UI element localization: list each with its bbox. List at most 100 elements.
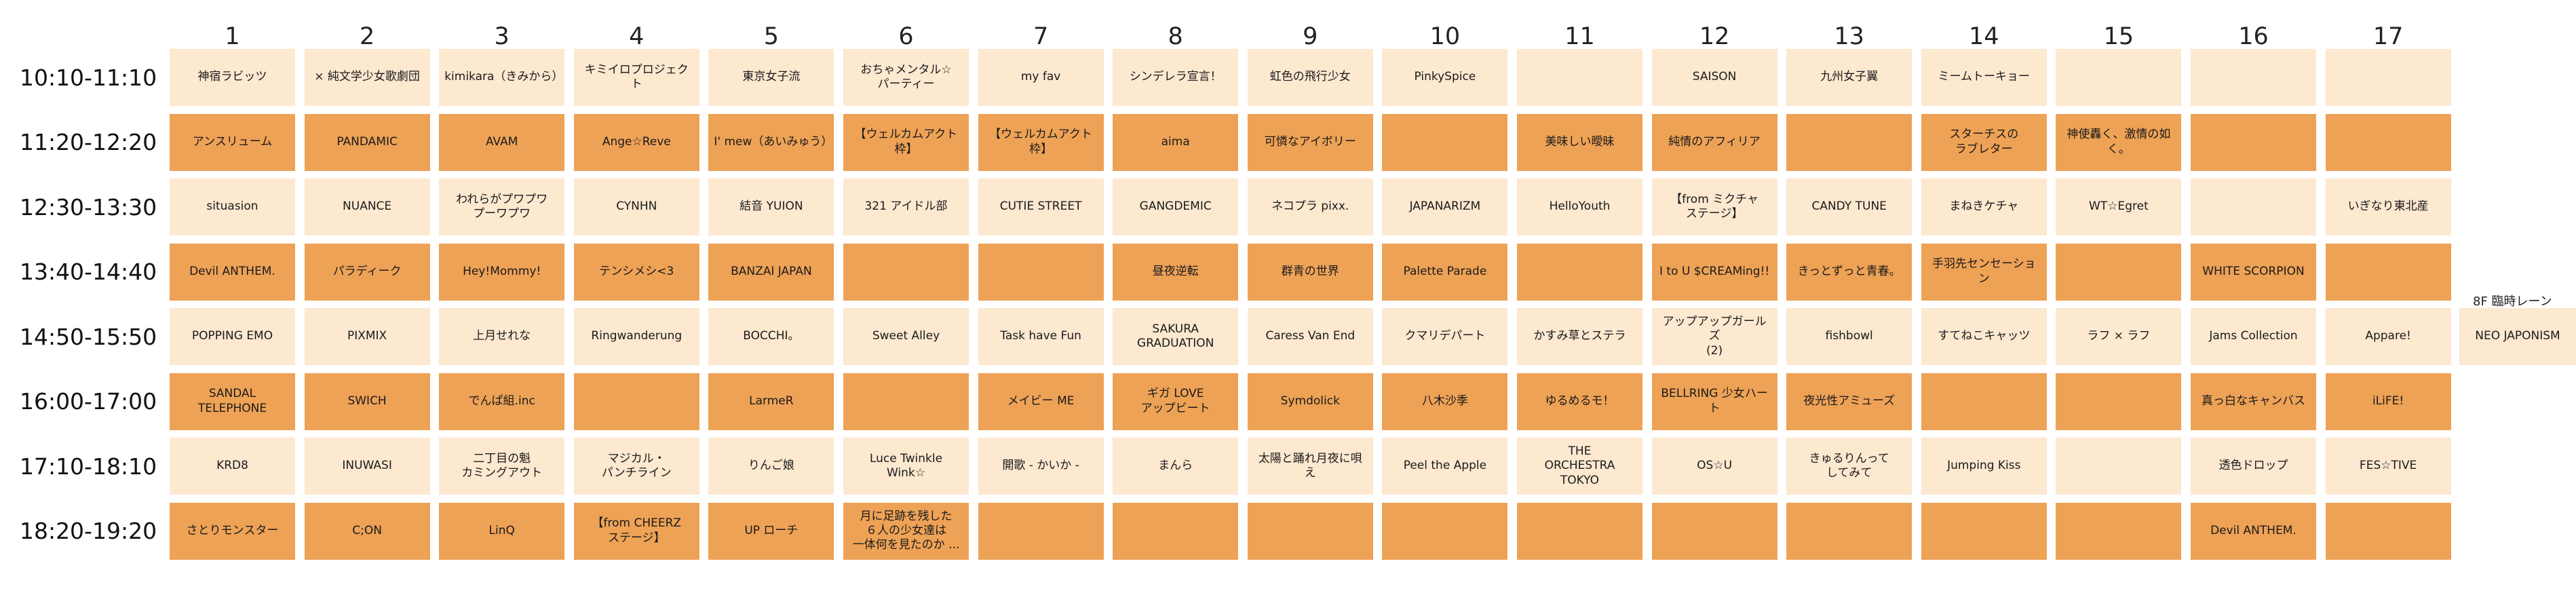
schedule-cell[interactable]: [2191, 113, 2316, 171]
schedule-cell[interactable]: 月に足跡を残した ６人の少女達は 一体何を見たのか ...: [843, 502, 969, 560]
schedule-cell[interactable]: 群青の世界: [1247, 243, 1373, 301]
schedule-cell[interactable]: Hey!Mommy!: [439, 243, 565, 301]
schedule-cell[interactable]: [2056, 243, 2182, 301]
schedule-cell[interactable]: ミームトーキョー: [1921, 49, 2047, 106]
extra-lane-cell[interactable]: NEO JAPONISM: [2459, 308, 2576, 365]
schedule-cell[interactable]: C;ON: [304, 502, 430, 560]
schedule-cell[interactable]: [1247, 502, 1373, 560]
schedule-cell[interactable]: [1921, 502, 2047, 560]
schedule-cell[interactable]: きっとずっと青春。: [1786, 243, 1912, 301]
schedule-cell[interactable]: Devil ANTHEM.: [170, 243, 295, 301]
schedule-cell[interactable]: my fav: [978, 49, 1104, 106]
schedule-cell[interactable]: クマリデパート: [1382, 308, 1508, 365]
schedule-cell[interactable]: 東京女子流: [708, 49, 834, 106]
schedule-cell[interactable]: LinQ: [439, 502, 565, 560]
schedule-cell[interactable]: Task have Fun: [978, 308, 1104, 365]
schedule-cell[interactable]: いぎなり東北産: [2325, 178, 2451, 235]
schedule-cell[interactable]: [2056, 373, 2182, 430]
schedule-cell[interactable]: 夜光性アミューズ: [1786, 373, 1912, 430]
schedule-cell[interactable]: [2325, 502, 2451, 560]
schedule-cell[interactable]: INUWASI: [304, 438, 430, 495]
schedule-cell[interactable]: Peel the Apple: [1382, 438, 1508, 495]
schedule-cell[interactable]: われらがプワプワ プーワプワ: [439, 178, 565, 235]
schedule-cell[interactable]: Appare!: [2325, 308, 2451, 365]
schedule-cell[interactable]: Luce Twinkle Wink☆: [843, 438, 969, 495]
schedule-cell[interactable]: Devil ANTHEM.: [2191, 502, 2316, 560]
schedule-cell[interactable]: Ringwanderung: [573, 308, 699, 365]
schedule-cell[interactable]: AVAM: [439, 113, 565, 171]
schedule-cell[interactable]: SWICH: [304, 373, 430, 430]
schedule-cell[interactable]: UP ローチ: [708, 502, 834, 560]
schedule-cell[interactable]: HelloYouth: [1517, 178, 1642, 235]
schedule-cell[interactable]: [2325, 49, 2451, 106]
schedule-cell[interactable]: 透色ドロップ: [2191, 438, 2316, 495]
schedule-cell[interactable]: CUTIE STREET: [978, 178, 1104, 235]
schedule-cell[interactable]: 上月せれな: [439, 308, 565, 365]
schedule-cell[interactable]: アンスリューム: [170, 113, 295, 171]
schedule-cell[interactable]: 九州女子翼: [1786, 49, 1912, 106]
schedule-cell[interactable]: PANDAMIC: [304, 113, 430, 171]
schedule-cell[interactable]: 美味しい曖昧: [1517, 113, 1642, 171]
schedule-cell[interactable]: Palette Parade: [1382, 243, 1508, 301]
schedule-cell[interactable]: 純情のアフィリア: [1651, 113, 1777, 171]
schedule-cell[interactable]: 321 アイドル部: [843, 178, 969, 235]
schedule-cell[interactable]: PinkySpice: [1382, 49, 1508, 106]
schedule-cell[interactable]: [2191, 49, 2316, 106]
schedule-cell[interactable]: 【ウェルカムアクト枠】: [978, 113, 1104, 171]
schedule-cell[interactable]: [1786, 113, 1912, 171]
schedule-cell[interactable]: GANGDEMIC: [1113, 178, 1239, 235]
schedule-cell[interactable]: × 純文学少女歌劇団: [304, 49, 430, 106]
schedule-cell[interactable]: マジカル・ パンチライン: [573, 438, 699, 495]
schedule-cell[interactable]: 二丁目の魁 カミングアウト: [439, 438, 565, 495]
schedule-cell[interactable]: [978, 502, 1104, 560]
schedule-cell[interactable]: [2056, 438, 2182, 495]
schedule-cell[interactable]: BANZAI JAPAN: [708, 243, 834, 301]
schedule-cell[interactable]: でんぱ組.inc: [439, 373, 565, 430]
schedule-cell[interactable]: [2056, 502, 2182, 560]
schedule-cell[interactable]: 八木沙季: [1382, 373, 1508, 430]
schedule-cell[interactable]: [573, 373, 699, 430]
schedule-cell[interactable]: かすみ草とステラ: [1517, 308, 1642, 365]
schedule-cell[interactable]: 虹色の飛行少女: [1247, 49, 1373, 106]
schedule-cell[interactable]: ラフ × ラフ: [2056, 308, 2182, 365]
schedule-cell[interactable]: [1517, 49, 1642, 106]
schedule-cell[interactable]: きゅるりんって してみて: [1786, 438, 1912, 495]
schedule-cell[interactable]: I to U $CREAMing!!: [1651, 243, 1777, 301]
schedule-cell[interactable]: アップアップガールズ (2): [1651, 308, 1777, 365]
schedule-cell[interactable]: JAPANARIZM: [1382, 178, 1508, 235]
schedule-cell[interactable]: 【from CHEERZ ステージ】: [573, 502, 699, 560]
schedule-cell[interactable]: りんご娘: [708, 438, 834, 495]
schedule-cell[interactable]: 太陽と踊れ月夜に唄え: [1247, 438, 1373, 495]
schedule-cell[interactable]: おちゃメンタル☆ パーティー: [843, 49, 969, 106]
schedule-cell[interactable]: Symdolick: [1247, 373, 1373, 430]
schedule-cell[interactable]: aima: [1113, 113, 1239, 171]
schedule-cell[interactable]: ネコプラ pixx.: [1247, 178, 1373, 235]
schedule-cell[interactable]: 真っ白なキャンバス: [2191, 373, 2316, 430]
schedule-cell[interactable]: 【from ミクチャ ステージ】: [1651, 178, 1777, 235]
schedule-cell[interactable]: 昼夜逆転: [1113, 243, 1239, 301]
schedule-cell[interactable]: FES☆TIVE: [2325, 438, 2451, 495]
schedule-cell[interactable]: situasion: [170, 178, 295, 235]
schedule-cell[interactable]: [2056, 49, 2182, 106]
schedule-cell[interactable]: fishbowl: [1786, 308, 1912, 365]
schedule-cell[interactable]: LarmeR: [708, 373, 834, 430]
schedule-cell[interactable]: [1786, 502, 1912, 560]
schedule-cell[interactable]: テンシメシ<3: [573, 243, 699, 301]
schedule-cell[interactable]: BELLRING 少女ハート: [1651, 373, 1777, 430]
schedule-cell[interactable]: [1651, 502, 1777, 560]
schedule-cell[interactable]: [1113, 502, 1239, 560]
schedule-cell[interactable]: メイビー ME: [978, 373, 1104, 430]
schedule-cell[interactable]: ギガ LOVE アップビート: [1113, 373, 1239, 430]
schedule-cell[interactable]: ゆるめるモ！: [1517, 373, 1642, 430]
schedule-cell[interactable]: 手羽先センセーション: [1921, 243, 2047, 301]
schedule-cell[interactable]: kimikara（きみから）: [439, 49, 565, 106]
schedule-cell[interactable]: Sweet Alley: [843, 308, 969, 365]
schedule-cell[interactable]: NUANCE: [304, 178, 430, 235]
schedule-cell[interactable]: [2325, 113, 2451, 171]
schedule-cell[interactable]: キミイロプロジェクト: [573, 49, 699, 106]
schedule-cell[interactable]: スターチスの ラブレター: [1921, 113, 2047, 171]
schedule-cell[interactable]: THE ORCHESTRA TOKYO: [1517, 438, 1642, 495]
schedule-cell[interactable]: PIXMIX: [304, 308, 430, 365]
schedule-cell[interactable]: 結音 YUION: [708, 178, 834, 235]
schedule-cell[interactable]: パラディーク: [304, 243, 430, 301]
